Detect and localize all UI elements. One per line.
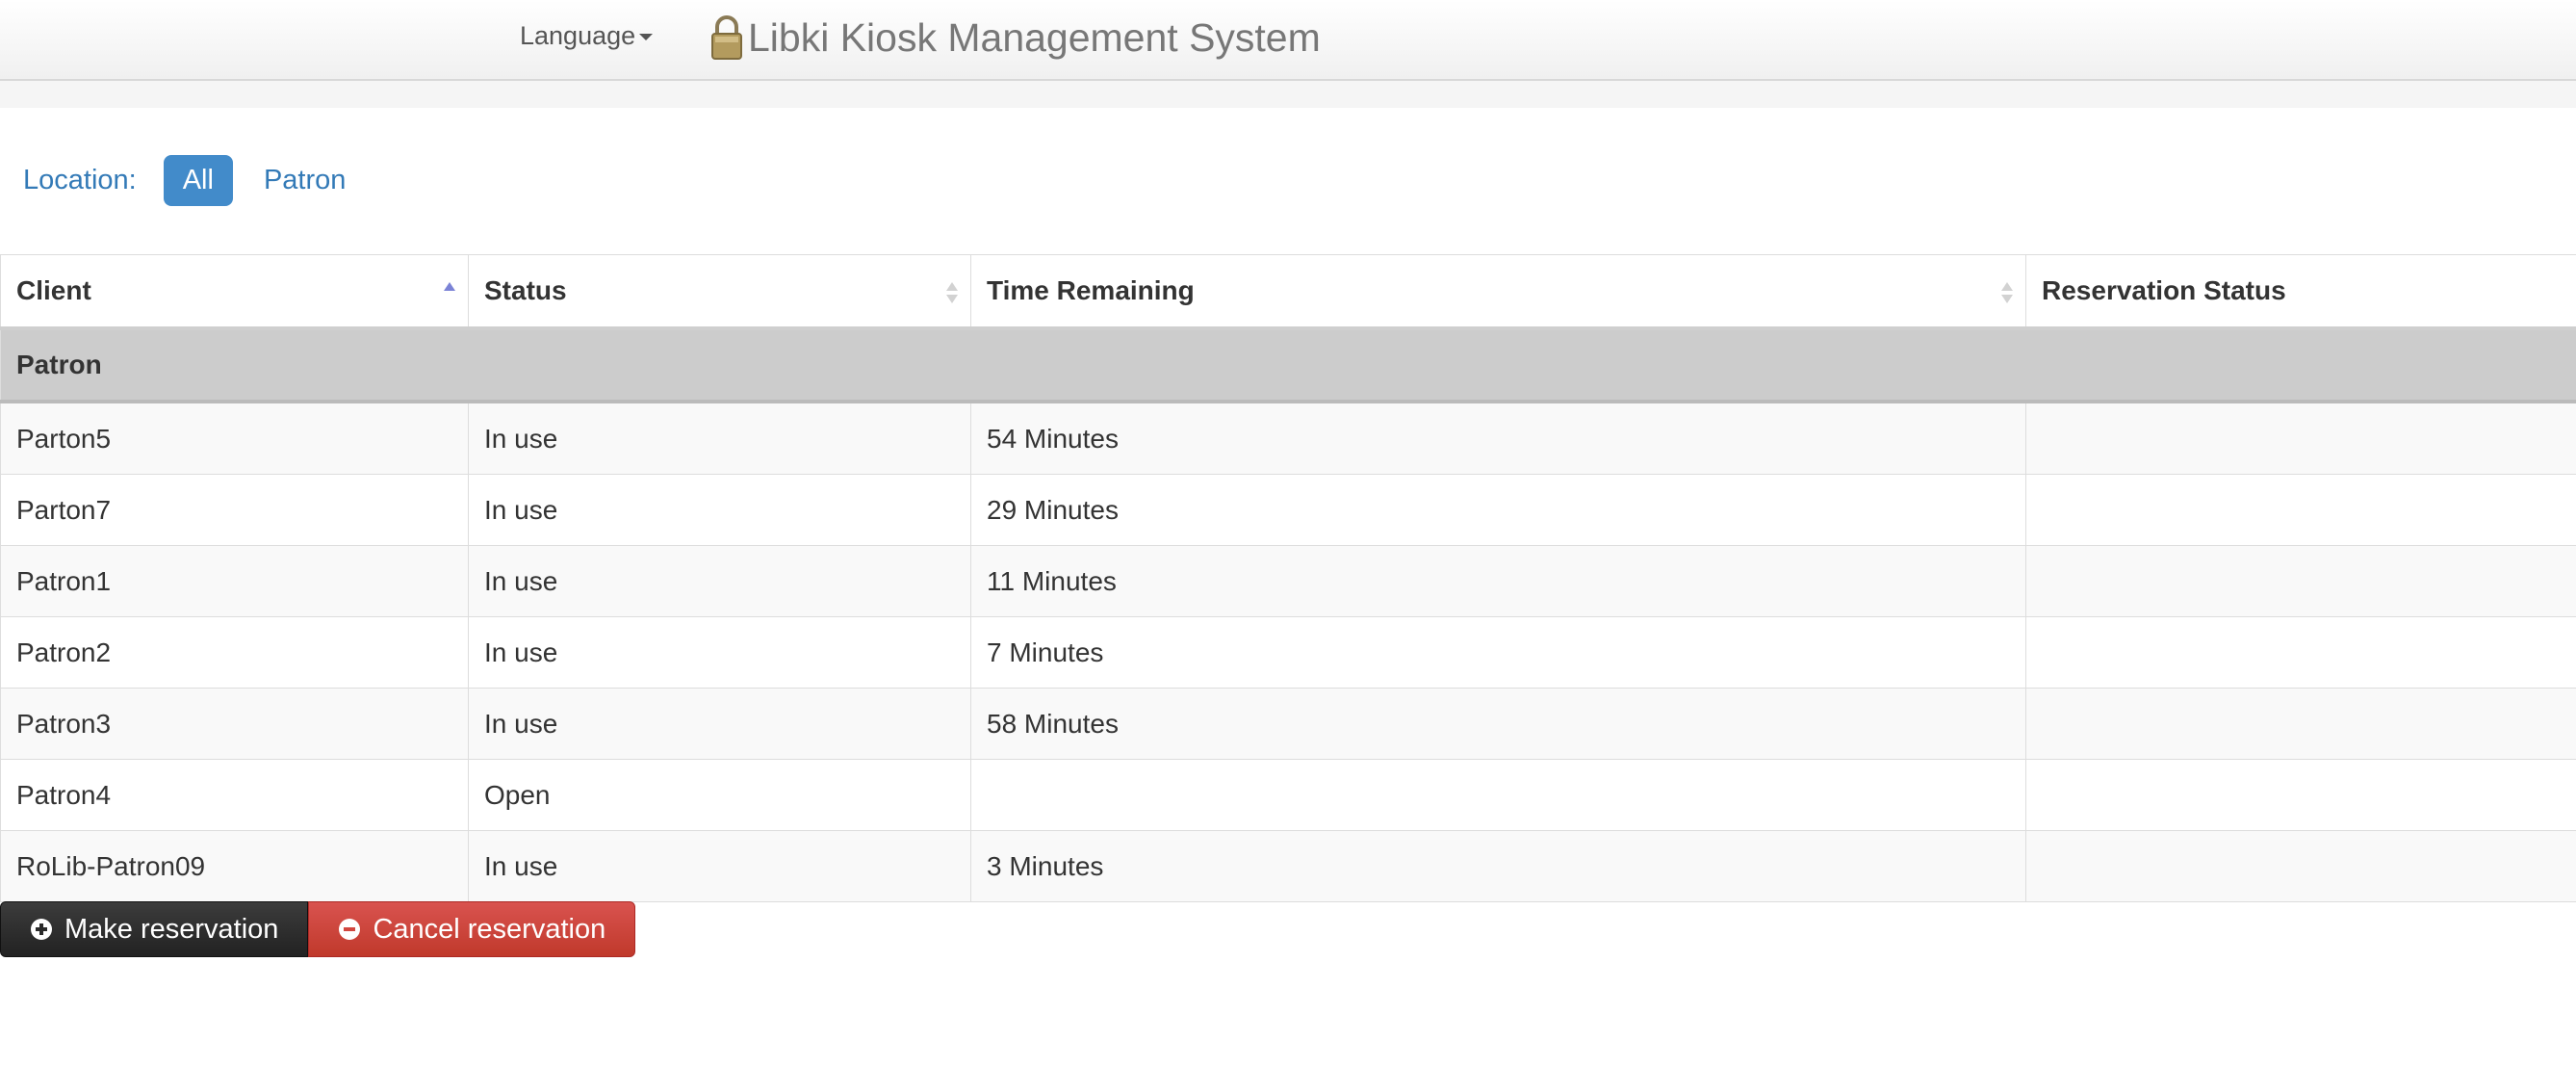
language-dropdown[interactable]: Language xyxy=(520,21,654,51)
cell-time-remaining: 54 Minutes xyxy=(970,401,2026,475)
location-filter: Location: All Patron xyxy=(23,152,376,208)
column-header-time-remaining[interactable]: Time Remaining xyxy=(970,254,2026,330)
cell-status: In use xyxy=(468,474,971,546)
make-reservation-button[interactable]: Make reservation xyxy=(0,901,309,957)
cell-reservation-status xyxy=(2025,616,2576,689)
reservation-actions: Make reservation Cancel reservation xyxy=(0,901,636,957)
cancel-reservation-label: Cancel reservation xyxy=(373,913,606,945)
cell-time-remaining: 7 Minutes xyxy=(970,616,2026,689)
column-header-status[interactable]: Status xyxy=(468,254,971,330)
cell-reservation-status xyxy=(2025,474,2576,546)
minus-circle-icon xyxy=(339,919,361,940)
column-header-label: Reservation Status xyxy=(2042,275,2286,305)
subheader-bar xyxy=(0,81,2576,108)
cell-status: In use xyxy=(468,401,971,475)
location-filter-all[interactable]: All xyxy=(163,154,233,206)
sort-ascending-icon xyxy=(444,282,455,291)
clients-table: Client Status Time Remaining Reservation… xyxy=(0,254,2576,902)
location-label: Location: xyxy=(23,164,137,195)
cell-time-remaining: 29 Minutes xyxy=(970,474,2026,546)
cell-client: Patron2 xyxy=(0,616,469,689)
cell-client: Patron3 xyxy=(0,688,469,760)
table-row[interactable]: Patron3 In use 58 Minutes xyxy=(0,688,2576,760)
column-header-reservation-status[interactable]: Reservation Status xyxy=(2025,254,2576,330)
table-row[interactable]: Parton7 In use 29 Minutes xyxy=(0,474,2576,546)
cell-reservation-status xyxy=(2025,401,2576,475)
sort-unsorted-icon xyxy=(946,282,958,303)
plus-circle-icon xyxy=(31,919,52,940)
cell-client: Patron4 xyxy=(0,759,469,831)
column-header-label: Status xyxy=(484,275,567,305)
make-reservation-label: Make reservation xyxy=(64,913,279,945)
cell-time-remaining xyxy=(970,759,2026,831)
cell-status: In use xyxy=(468,830,971,902)
caret-down-icon xyxy=(639,34,654,40)
table-row[interactable]: Patron4 Open xyxy=(0,759,2576,831)
cell-client: Patron1 xyxy=(0,545,469,617)
sort-unsorted-icon xyxy=(2001,282,2013,303)
cancel-reservation-button[interactable]: Cancel reservation xyxy=(308,901,636,957)
brand-title: Libki Kiosk Management System xyxy=(748,14,1321,60)
cell-time-remaining: 58 Minutes xyxy=(970,688,2026,760)
column-header-client[interactable]: Client xyxy=(0,254,469,330)
table-row[interactable]: Patron1 In use 11 Minutes xyxy=(0,545,2576,617)
cell-reservation-status xyxy=(2025,759,2576,831)
table-header-row: Client Status Time Remaining Reservation… xyxy=(0,254,2576,330)
table-row[interactable]: Parton5 In use 54 Minutes xyxy=(0,401,2576,475)
cell-reservation-status xyxy=(2025,830,2576,902)
column-header-label: Client xyxy=(16,275,91,305)
cell-reservation-status xyxy=(2025,688,2576,760)
cell-client: RoLib-Patron09 xyxy=(0,830,469,902)
top-navbar: Language Libki Kiosk Management System xyxy=(0,0,2576,81)
cell-status: In use xyxy=(468,545,971,617)
cell-status: Open xyxy=(468,759,971,831)
location-filter-patron[interactable]: Patron xyxy=(245,155,365,206)
cell-status: In use xyxy=(468,688,971,760)
group-label: Patron xyxy=(0,327,2576,403)
table-row[interactable]: RoLib-Patron09 In use 3 Minutes xyxy=(0,830,2576,902)
group-row-patron: Patron xyxy=(0,327,2576,403)
language-label: Language xyxy=(520,21,636,50)
cell-time-remaining: 3 Minutes xyxy=(970,830,2026,902)
lock-icon xyxy=(711,15,742,60)
cell-reservation-status xyxy=(2025,545,2576,617)
cell-client: Parton7 xyxy=(0,474,469,546)
table-row[interactable]: Patron2 In use 7 Minutes xyxy=(0,616,2576,689)
brand[interactable]: Libki Kiosk Management System xyxy=(708,13,1321,62)
cell-status: In use xyxy=(468,616,971,689)
cell-time-remaining: 11 Minutes xyxy=(970,545,2026,617)
column-header-label: Time Remaining xyxy=(987,275,1195,305)
cell-client: Parton5 xyxy=(0,401,469,475)
